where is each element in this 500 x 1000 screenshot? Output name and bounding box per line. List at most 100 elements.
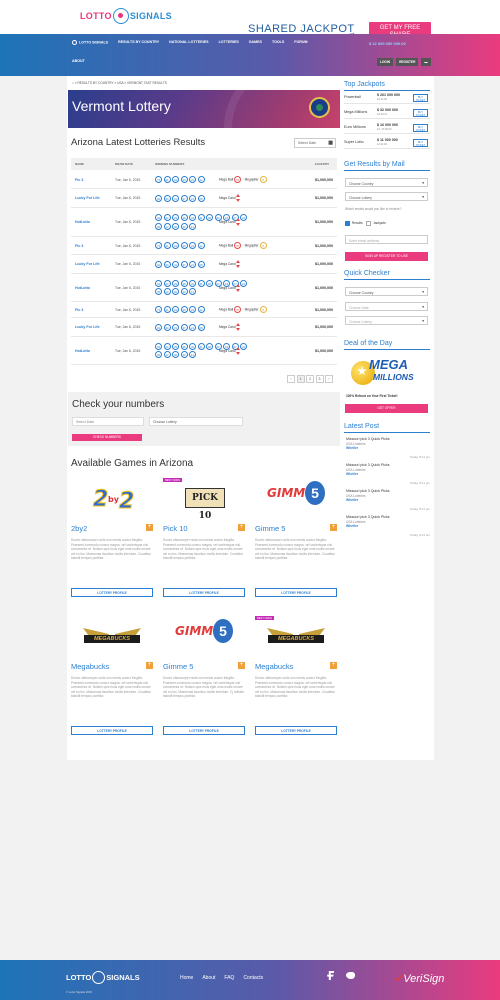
game-name[interactable]: Gimme 5 [255,524,285,533]
jackpot-lottery-name[interactable]: Super Lotto [344,140,364,144]
game-name[interactable]: 2by2 [71,524,87,533]
check-numbers-button[interactable]: CHECK NUMBERS [72,434,142,441]
table-row[interactable]: Lucky For Life Tue, Jan 6, 2015 02 30 31 37 21… [71,255,337,274]
nav-item-forum[interactable]: FORUM [294,40,307,45]
jackpot-lottery-name[interactable]: Mega Millions [344,110,367,114]
game-logo[interactable]: BEST ODDS MEGABUCKS [255,616,337,656]
post-author[interactable]: Wheller [346,446,430,451]
lottery-name[interactable]: Lucky For Life [75,262,100,266]
buy-ticket-button[interactable]: BUY TICKET [413,124,428,132]
lottery-name[interactable]: HotLotto [75,349,90,353]
footer-link-home[interactable]: Home [180,975,193,981]
select-label: Choose Lottery [349,195,372,200]
register-button[interactable]: REGISTER [396,58,419,66]
post-author[interactable]: Wheller [346,498,430,503]
footer-link-about[interactable]: About [202,975,215,981]
lottery-name[interactable]: Pic 3 [75,308,83,312]
post-item[interactable]: Missouri pick 3 Quick Picks USA Lotteries… [346,515,430,537]
table-row[interactable]: HotLotto Tue, Jan 6, 2015 03 42 29 38 32 41 06 00… [71,208,337,237]
results-checkbox[interactable]: Results [345,221,363,226]
lottery-profile-button[interactable]: LOTTERY PROFILE [163,726,245,735]
post-item[interactable]: Missouri pick 3 Quick Picks USA Lotteries… [346,489,430,511]
game-name[interactable]: Megabucks [71,662,109,671]
plus-icon[interactable]: + [330,662,337,669]
page-prev[interactable]: ‹ [287,375,295,383]
table-row[interactable]: Pic 3 Tue, Jan 6, 2015 73 41 04 20 22 12 Mega Ba… [71,171,337,189]
game-logo[interactable]: MEGABUCKS [71,616,153,656]
nav-item-games[interactable]: GAMES [249,40,262,45]
table-row[interactable]: HotLotto Tue, Jan 6, 2015 03 42 29 38 32 41 06 00… [71,337,337,365]
email-input[interactable]: Enter email address [345,235,428,244]
nav-item-home[interactable]: LOTTO SIGNALS [72,40,108,45]
plus-icon[interactable]: + [146,524,153,531]
mail-title: Get Results by Mail [344,161,430,171]
qc-date-select[interactable]: Choose Date ▾ [345,302,428,311]
lottery-name[interactable]: Pic 3 [75,178,83,182]
post-author[interactable]: Wheller [346,524,430,529]
jackpots-checkbox[interactable]: Jackpots [366,221,386,226]
lottery-profile-button[interactable]: LOTTERY PROFILE [163,588,245,597]
site-logo[interactable]: LOTTO SIGNALS [80,8,172,24]
flag-icon[interactable]: ▬ [421,58,431,66]
footer-logo[interactable]: LOTTO SIGNALS [66,971,140,984]
table-row[interactable]: HotLotto Tue, Jan 6, 2015 03 42 29 38 32 41 06 00… [71,274,337,302]
footer-link-faq[interactable]: FAQ [224,975,234,981]
game-logo[interactable]: GIMME 5 [255,478,337,518]
login-button[interactable]: LOGIN [377,58,394,66]
lottery-profile-button[interactable]: LOTTERY PROFILE [71,588,153,597]
plus-icon[interactable]: + [146,662,153,669]
nav-item-about[interactable]: ABOUT [72,59,85,63]
page-3[interactable]: 3 [315,375,324,383]
lottery-profile-button[interactable]: LOTTERY PROFILE [255,588,337,597]
plus-icon[interactable]: + [330,524,337,531]
lottery-profile-button[interactable]: LOTTERY PROFILE [71,726,153,735]
nav-item-results[interactable]: RESULTS BY COUNTRY [118,40,159,45]
plus-icon[interactable]: + [238,524,245,531]
buy-ticket-button[interactable]: BUY TICKET [413,94,428,102]
game-logo[interactable]: GIMME 5 [163,616,245,656]
plus-icon[interactable]: + [238,662,245,669]
game-name[interactable]: Pick 10 [163,524,188,533]
check-date-select[interactable]: Select Date [72,417,144,426]
jackpot-lottery-name[interactable]: Euro Millions [344,125,366,129]
jackpot-amount: $ 11 000 000 [377,138,398,142]
table-row[interactable]: Lucky For Life Tue, Jan 6, 2015 02 30 31 37 21… [71,318,337,337]
post-item[interactable]: Missouri pick 3 Quick Picks USA Lotteries… [346,463,430,485]
post-author[interactable]: Wheller [346,472,430,477]
lottery-name[interactable]: HotLotto [75,286,90,290]
footer-link-contacts[interactable]: Contacts [243,975,263,981]
buy-ticket-button[interactable]: BUY TICKET [413,139,428,147]
nav-item-national[interactable]: NATIONAL LOTTERIES [169,40,208,45]
table-row[interactable]: Lucky For Life Tue, Jan 6, 2015 02 30 31 37 21… [71,189,337,208]
page-next[interactable]: › [325,375,333,383]
post-item[interactable]: Missouri pick 3 Quick Picks USA Lotteries… [346,437,430,459]
game-name[interactable]: Gimme 5 [163,662,193,671]
game-name[interactable]: Megabucks [255,662,293,671]
home-icon[interactable]: ⌂ [72,81,74,85]
signup-button[interactable]: SIGN UP REGISTER TO USE [345,252,428,261]
check-lottery-select[interactable]: Choose Lottery [149,417,243,426]
results-date-select[interactable]: Select Date ▦ [294,138,336,148]
get-offer-button[interactable]: GET OFFER [345,404,428,413]
page-1[interactable]: 1 [296,375,305,383]
lottery-name[interactable]: Pic 3 [75,244,83,248]
game-logo[interactable]: 2 by 2 [71,478,153,518]
nav-item-lotteries[interactable]: LOTTERIES [219,40,239,45]
page-2[interactable]: 2 [306,375,314,383]
qc-country-select[interactable]: Choose Country ▾ [345,287,428,296]
game-logo[interactable]: BEST ODDS PICK 10 [163,478,245,521]
table-row[interactable]: Pic 3 Tue, Jan 6, 2015 73 41 04 20 22 12 Mega Ba… [71,302,337,318]
lottery-name[interactable]: HotLotto [75,220,90,224]
buy-ticket-button[interactable]: BUY TICKET [413,109,428,117]
mail-country-select[interactable]: Choose Country ▾ [345,178,428,187]
qc-lottery-select[interactable]: Choose Lottery ▾ [345,316,428,325]
twitter-icon[interactable] [346,972,355,979]
nav-item-tools[interactable]: TOOLS [272,40,284,45]
jackpot-lottery-name[interactable]: Powerball [344,95,361,99]
mail-lottery-select[interactable]: Choose Lottery ▾ [345,192,428,201]
table-row[interactable]: Pic 3 Tue, Jan 6, 2015 73 41 04 20 22 12 Mega Ba… [71,237,337,255]
lottery-name[interactable]: Lucky For Life [75,196,100,200]
lottery-profile-button[interactable]: LOTTERY PROFILE [255,726,337,735]
lottery-name[interactable]: Lucky For Life [75,325,100,329]
quick-checker-section: Quick Checker [344,270,430,280]
